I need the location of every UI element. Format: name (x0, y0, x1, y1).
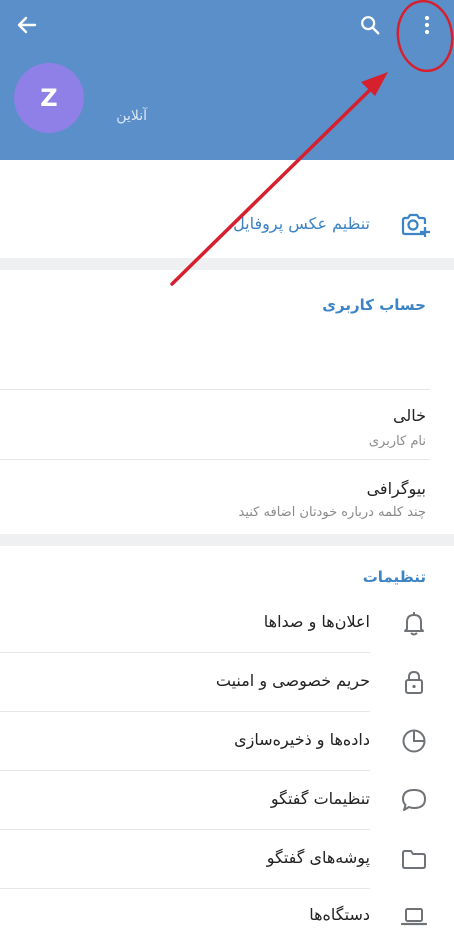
settings-item-chat-folders[interactable]: پوشه‌های گفتگو (0, 830, 454, 889)
settings-item-privacy[interactable]: حریم خصوصی و امنیت (0, 653, 454, 712)
chat-bubble-icon (402, 789, 426, 811)
account-section-title: حساب کاربری (322, 296, 426, 314)
back-button[interactable] (10, 8, 44, 42)
username-field[interactable]: خالی نام کاربری (0, 390, 454, 460)
more-vertical-icon (424, 15, 430, 35)
settings-item-label: تنظیمات گفتگو (270, 789, 370, 808)
more-options-button[interactable] (410, 8, 444, 42)
settings-item-devices[interactable]: دستگاه‌ها (0, 889, 454, 931)
profile-header: Z آنلاین (0, 0, 454, 160)
set-profile-photo-row[interactable]: تنظیم عکس پروفایل (0, 160, 454, 258)
add-photo-camera-icon (401, 213, 430, 237)
settings-section-header: تنظیمات (0, 546, 454, 594)
bio-value: بیوگرافی (366, 479, 426, 498)
settings-item-chat-settings[interactable]: تنظیمات گفتگو (0, 771, 454, 830)
bell-icon (404, 612, 424, 636)
lock-icon (405, 670, 423, 694)
set-profile-photo-label: تنظیم عکس پروفایل (233, 214, 370, 233)
settings-item-notifications[interactable]: اعلان‌ها و صداها (0, 594, 454, 653)
section-separator (0, 258, 454, 270)
online-status: آنلاین (116, 108, 147, 124)
pie-chart-icon (402, 729, 426, 753)
username-value: خالی (393, 406, 426, 425)
folder-icon (402, 850, 426, 869)
settings-item-label: حریم خصوصی و امنیت (215, 671, 370, 690)
bio-field[interactable]: بیوگرافی چند کلمه درباره خودتان اضافه کن… (0, 460, 454, 534)
settings-item-label: دستگاه‌ها (309, 905, 370, 924)
settings-item-data-storage[interactable]: داده‌ها و ذخیره‌سازی (0, 712, 454, 771)
settings-item-label: داده‌ها و ذخیره‌سازی (234, 730, 370, 749)
search-icon (361, 16, 380, 35)
username-label: نام کاربری (368, 434, 426, 449)
settings-section-title: تنظیمات (362, 568, 426, 586)
avatar[interactable]: Z (14, 63, 84, 133)
section-separator (0, 534, 454, 546)
arrow-left-icon (17, 16, 37, 34)
settings-item-label: اعلان‌ها و صداها (263, 612, 370, 631)
settings-item-label: پوشه‌های گفتگو (266, 848, 370, 867)
bio-hint: چند کلمه درباره خودتان اضافه کنید (238, 505, 426, 520)
search-button[interactable] (353, 8, 387, 42)
laptop-icon (400, 908, 428, 926)
